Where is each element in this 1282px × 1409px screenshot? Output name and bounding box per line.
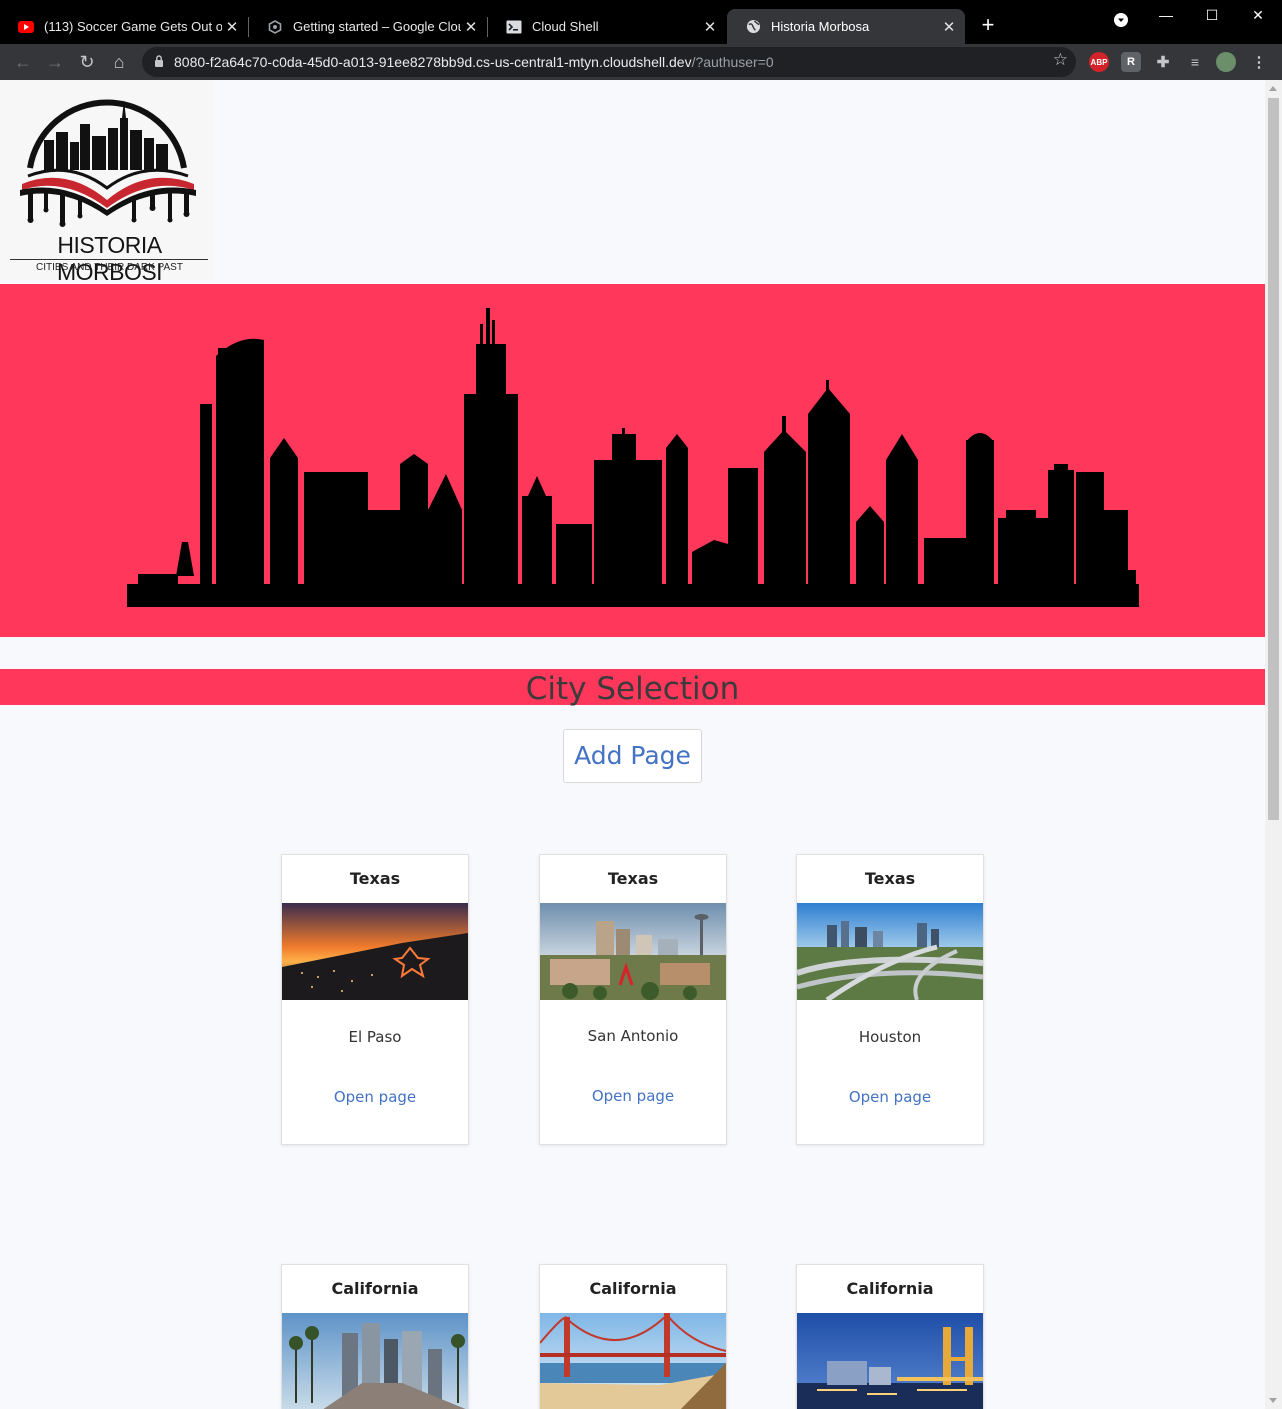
city-photo <box>540 903 726 1000</box>
city-card: Texas El Paso Open page <box>281 854 469 1145</box>
adblock-extension-icon[interactable]: ABP <box>1089 52 1109 72</box>
open-page-link[interactable]: Open page <box>540 1087 726 1105</box>
city-photo <box>797 1313 983 1409</box>
scroll-up-icon[interactable] <box>1269 86 1277 91</box>
page-viewport: HISTORIA MORBOSI CITIES AND THEIR DARK P… <box>0 80 1265 1409</box>
city-skyline-image <box>127 308 1139 607</box>
minimize-button[interactable]: — <box>1143 2 1189 28</box>
close-tab-icon[interactable]: ✕ <box>939 18 959 36</box>
reload-button[interactable]: ↻ <box>75 50 99 74</box>
lock-icon <box>154 54 168 70</box>
hero-banner <box>0 284 1265 637</box>
bookmark-star-icon[interactable]: ☆ <box>1053 50 1068 70</box>
tab-cloud-shell[interactable]: Cloud Shell ✕ <box>488 9 726 44</box>
tab-gcloud[interactable]: Getting started – Google Cloud P ✕ <box>249 9 487 44</box>
city-card: California <box>539 1264 727 1409</box>
tab-search-button[interactable] <box>1098 10 1144 36</box>
city-card: California <box>281 1264 469 1409</box>
card-state: Texas <box>864 869 916 888</box>
maximize-button[interactable]: ☐ <box>1189 2 1235 28</box>
profile-avatar[interactable] <box>1216 52 1236 72</box>
card-city-name: El Paso <box>348 1028 402 1046</box>
url-path: /?authuser=0 <box>691 54 774 70</box>
media-playlist-icon[interactable]: ≡ <box>1185 52 1205 72</box>
card-state: California <box>589 1279 677 1298</box>
card-state: California <box>846 1279 934 1298</box>
browser-toolbar: ← → ↻ ⌂ 8080-f2a64c70-c0da-45d0-a013-91e… <box>0 44 1282 80</box>
tab-title: Cloud Shell <box>532 19 599 34</box>
address-bar[interactable]: 8080-f2a64c70-c0da-45d0-a013-91ee8278bb9… <box>142 47 1076 77</box>
forward-button[interactable]: → <box>43 50 67 74</box>
tab-youtube[interactable]: (113) Soccer Game Gets Out of C ✕ <box>0 9 248 44</box>
close-tab-icon[interactable]: ✕ <box>461 18 481 36</box>
site-logo[interactable]: HISTORIA MORBOSI CITIES AND THEIR DARK P… <box>0 80 214 285</box>
chevron-down-icon <box>1114 13 1128 27</box>
card-state: Texas <box>607 869 659 888</box>
city-card: California <box>796 1264 984 1409</box>
city-photo <box>797 903 983 1000</box>
scroll-down-icon[interactable] <box>1269 1398 1277 1403</box>
new-tab-button[interactable]: + <box>976 12 1000 38</box>
browser-titlebar: (113) Soccer Game Gets Out of C ✕ Gettin… <box>0 0 1282 44</box>
r-extension-icon[interactable]: R <box>1121 52 1141 72</box>
section-title: City Selection <box>525 671 740 707</box>
window-close-button[interactable]: ✕ <box>1235 2 1281 28</box>
back-button[interactable]: ← <box>11 50 35 74</box>
adblock-label: ABP <box>1090 57 1108 67</box>
logo-emblem-icon <box>20 99 196 227</box>
extensions-puzzle-icon[interactable]: ✚ <box>1153 52 1173 72</box>
url-host: 8080-f2a64c70-c0da-45d0-a013-91ee8278bb9… <box>174 54 692 70</box>
city-photo <box>540 1313 726 1409</box>
globe-icon <box>745 19 761 35</box>
terminal-icon <box>506 19 522 35</box>
logo-divider <box>10 259 208 260</box>
city-photo <box>282 1313 468 1409</box>
card-state: California <box>331 1279 419 1298</box>
close-tab-icon[interactable]: ✕ <box>700 18 720 36</box>
close-tab-icon[interactable]: ✕ <box>222 18 242 36</box>
page-scrollbar[interactable] <box>1265 80 1282 1409</box>
card-city-name: Houston <box>858 1028 922 1046</box>
tab-title: Historia Morbosa <box>771 19 870 34</box>
scroll-thumb[interactable] <box>1268 98 1279 820</box>
open-page-link[interactable]: Open page <box>797 1088 983 1106</box>
home-button[interactable]: ⌂ <box>107 50 131 74</box>
youtube-icon <box>18 19 34 35</box>
tab-title: (113) Soccer Game Gets Out of C <box>44 19 222 34</box>
open-page-link[interactable]: Open page <box>282 1088 468 1106</box>
city-card: Texas San Antonio Open page <box>539 854 727 1145</box>
browser-menu-icon[interactable]: ⋮ <box>1249 52 1269 72</box>
tab-title: Getting started – Google Cloud P <box>293 19 461 34</box>
gcloud-icon <box>267 19 283 35</box>
add-page-button[interactable]: Add Page <box>563 729 702 783</box>
r-extension-label: R <box>1127 56 1135 68</box>
city-photo <box>282 903 468 1000</box>
tab-historia-morbosa[interactable]: Historia Morbosa ✕ <box>727 9 965 44</box>
logo-subtitle: CITIES AND THEIR DARK PAST <box>36 262 183 273</box>
city-card: Texas Houston Open page <box>796 854 984 1145</box>
card-city-name: San Antonio <box>587 1027 679 1045</box>
card-state: Texas <box>349 869 401 888</box>
